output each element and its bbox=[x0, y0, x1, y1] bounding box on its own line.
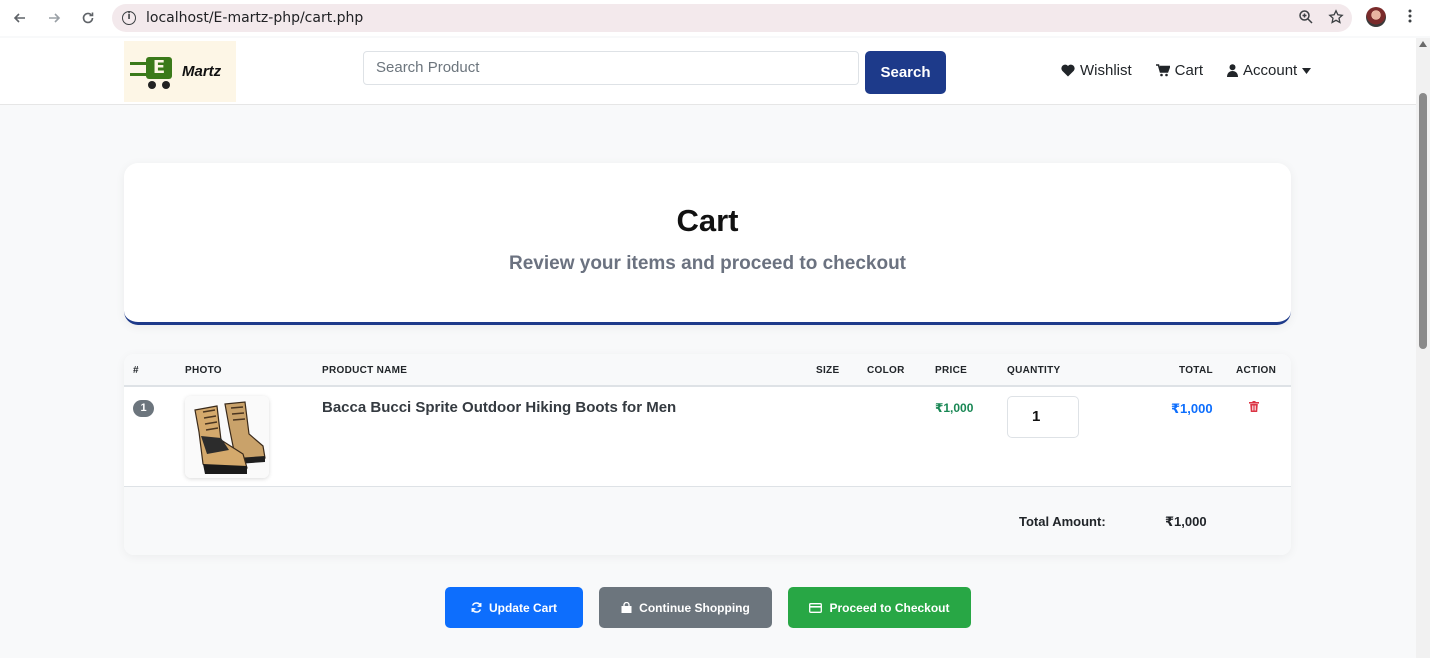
col-index: # bbox=[133, 365, 139, 376]
col-product-name: PRODUCT NAME bbox=[322, 365, 408, 376]
continue-shopping-label: Continue Shopping bbox=[639, 600, 750, 615]
caret-down-icon bbox=[1302, 67, 1312, 74]
site-logo[interactable]: E Martz bbox=[124, 41, 236, 102]
scroll-thumb[interactable] bbox=[1419, 93, 1427, 349]
page-title: Cart bbox=[676, 203, 739, 238]
page-scrollbar[interactable] bbox=[1416, 38, 1430, 658]
search-button[interactable]: Search bbox=[865, 51, 946, 94]
col-size: SIZE bbox=[816, 365, 840, 376]
col-price: PRICE bbox=[935, 365, 968, 376]
account-dropdown[interactable]: Account bbox=[1227, 62, 1312, 79]
proceed-to-checkout-label: Proceed to Checkout bbox=[829, 600, 950, 615]
trash-icon[interactable] bbox=[1249, 401, 1259, 412]
scroll-up-arrow[interactable] bbox=[1419, 41, 1427, 47]
col-action: ACTION bbox=[1236, 365, 1277, 376]
table-row: 1 Bacca Bucci Sprite Outdoor Hiking Boot… bbox=[124, 387, 1291, 487]
table-header: # PHOTO PRODUCT NAME SIZE COLOR PRICE QU… bbox=[124, 354, 1291, 387]
cart-label: Cart bbox=[1174, 62, 1204, 79]
site-header: E Martz Search Product Search Wishlist C… bbox=[0, 38, 1416, 105]
refresh-icon bbox=[471, 602, 482, 613]
wishlist-link[interactable]: Wishlist bbox=[1061, 62, 1132, 79]
logo-cart-icon: E bbox=[130, 54, 186, 90]
user-icon bbox=[1227, 64, 1239, 77]
product-price: ₹1,000 bbox=[935, 401, 974, 415]
page-subtitle: Review your items and proceed to checkou… bbox=[509, 253, 906, 274]
row-total: ₹1,000 bbox=[1171, 401, 1213, 416]
wishlist-label: Wishlist bbox=[1080, 62, 1132, 79]
col-quantity: QUANTITY bbox=[1007, 365, 1061, 376]
reload-icon[interactable] bbox=[71, 1, 105, 35]
col-color: COLOR bbox=[867, 365, 905, 376]
proceed-to-checkout-button[interactable]: Proceed to Checkout bbox=[788, 587, 971, 628]
hiking-boots-image bbox=[185, 396, 269, 478]
cart-link[interactable]: Cart bbox=[1155, 62, 1204, 79]
cart-icon bbox=[1155, 64, 1170, 77]
bookmark-star-icon[interactable] bbox=[1328, 9, 1344, 29]
browser-menu-icon[interactable] bbox=[1402, 8, 1418, 28]
back-icon[interactable] bbox=[3, 1, 37, 35]
total-amount-value: ₹1,000 bbox=[1165, 514, 1207, 529]
col-total: TOTAL bbox=[1179, 365, 1213, 376]
cart-table: # PHOTO PRODUCT NAME SIZE COLOR PRICE QU… bbox=[124, 354, 1291, 555]
address-bar[interactable]: i localhost/E-martz-php/cart.php bbox=[112, 4, 1352, 32]
quantity-input[interactable]: 1 bbox=[1007, 396, 1079, 438]
credit-card-icon bbox=[809, 602, 823, 613]
profile-avatar[interactable] bbox=[1366, 7, 1386, 27]
cart-hero-card: Cart Review your items and proceed to ch… bbox=[124, 163, 1291, 325]
continue-shopping-button[interactable]: Continue Shopping bbox=[599, 587, 772, 628]
site-info-icon[interactable]: i bbox=[122, 11, 136, 25]
forward-icon[interactable] bbox=[37, 1, 71, 35]
update-cart-label: Update Cart bbox=[488, 600, 557, 615]
logo-text: Martz bbox=[182, 63, 222, 80]
product-name[interactable]: Bacca Bucci Sprite Outdoor Hiking Boots … bbox=[322, 399, 676, 416]
account-label: Account bbox=[1243, 62, 1298, 79]
total-amount-label: Total Amount: bbox=[1019, 514, 1106, 529]
col-photo: PHOTO bbox=[185, 365, 222, 376]
product-photo[interactable] bbox=[185, 396, 269, 478]
shopping-bag-icon bbox=[621, 602, 632, 613]
browser-toolbar: i localhost/E-martz-php/cart.php bbox=[0, 0, 1430, 36]
update-cart-button[interactable]: Update Cart bbox=[445, 587, 583, 628]
search-input[interactable]: Search Product bbox=[363, 51, 859, 85]
heart-icon bbox=[1061, 64, 1075, 77]
table-footer: Total Amount: ₹1,000 bbox=[124, 487, 1291, 555]
zoom-icon[interactable] bbox=[1298, 9, 1314, 29]
row-index-badge: 1 bbox=[133, 400, 154, 417]
url-text: localhost/E-martz-php/cart.php bbox=[146, 10, 364, 26]
